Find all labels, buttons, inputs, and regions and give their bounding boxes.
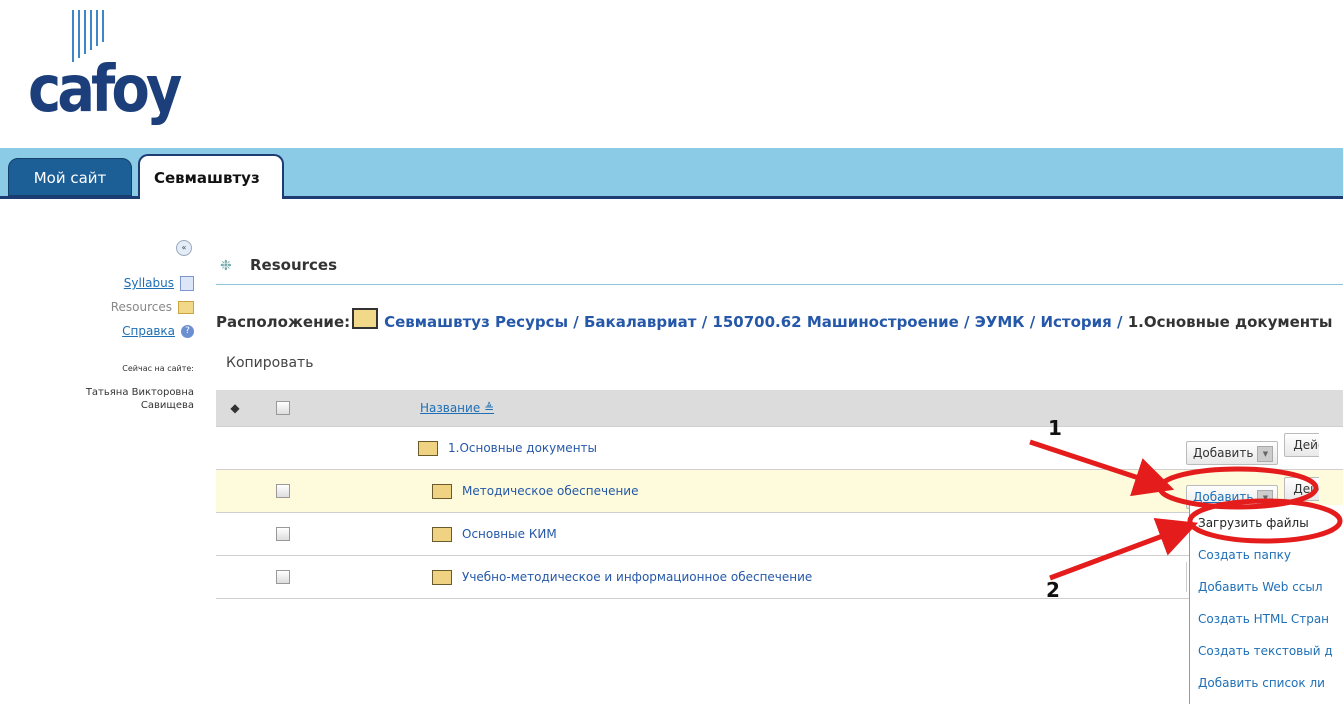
actions-button[interactable]: Действия bbox=[1284, 477, 1320, 501]
row-checkbox[interactable] bbox=[276, 570, 290, 585]
row-checkbox[interactable] bbox=[276, 484, 290, 499]
sidebar-item-help[interactable]: Справка? bbox=[122, 322, 194, 340]
sidebar-item-syllabus[interactable]: Syllabus bbox=[124, 274, 194, 292]
chevron-down-icon[interactable]: ▼ bbox=[1257, 445, 1274, 462]
logo: cafoy bbox=[28, 10, 182, 124]
row-title[interactable]: Основные КИМ bbox=[432, 526, 557, 542]
online-user-line: Татьяна Викторовна bbox=[85, 387, 194, 398]
menu-item-create-text-doc[interactable]: Создать текстовый д bbox=[1198, 644, 1333, 658]
table-row: Учебно-методическое и информационное обе… bbox=[216, 555, 1343, 599]
row-title[interactable]: 1.Основные документы bbox=[418, 440, 597, 456]
select-all-checkbox[interactable] bbox=[276, 401, 290, 416]
folder-icon bbox=[352, 308, 379, 329]
menu-item-add-citation-list[interactable]: Добавить список ли bbox=[1198, 676, 1325, 690]
page-title: Resources bbox=[250, 256, 338, 274]
online-user-line: Савищева bbox=[140, 400, 194, 411]
resources-icon: ❉ bbox=[220, 258, 232, 274]
add-dropdown-menu: Загрузить файлы Создать папку Добавить W… bbox=[1189, 505, 1343, 704]
table-header: ◆ Название ≜ bbox=[216, 390, 1343, 427]
table-row: Основные КИМ bbox=[216, 512, 1343, 556]
breadcrumb-current: 1.Основные документы bbox=[1127, 313, 1333, 331]
row-title[interactable]: Учебно-методическое и информационное обе… bbox=[432, 569, 812, 585]
breadcrumb-prefix: Расположение: bbox=[216, 313, 351, 331]
tab-bar: Мой сайт Севмашвтуз bbox=[0, 148, 1343, 199]
sidebar-item-resources[interactable]: Resources bbox=[111, 298, 194, 316]
column-name-header[interactable]: Название ≜ bbox=[420, 401, 494, 415]
menu-item-create-folder[interactable]: Создать папку bbox=[1198, 548, 1291, 562]
folder-icon bbox=[432, 483, 452, 499]
annotation-number-1: 1 bbox=[1048, 416, 1062, 440]
folder-icon bbox=[432, 569, 452, 585]
tab-my-site[interactable]: Мой сайт bbox=[8, 158, 132, 196]
table-row: Методическое обеспечение bbox=[216, 469, 1343, 513]
resources-table: ◆ Название ≜ 1.Основные документы Методи… bbox=[216, 390, 1343, 599]
help-icon: ? bbox=[181, 325, 194, 338]
breadcrumb: Расположение: Севмашвтуз Ресурсы / Бакала… bbox=[216, 308, 1332, 331]
folder-icon bbox=[432, 526, 452, 542]
online-label: Сейчас на сайте: bbox=[122, 364, 194, 373]
online-user: Татьяна Викторовна Савищева bbox=[86, 386, 194, 412]
actions-button[interactable]: Действия bbox=[1284, 433, 1320, 457]
breadcrumb-path[interactable]: Севмашвтуз Ресурсы / Бакалавриат / 15070… bbox=[384, 313, 1122, 331]
collapse-sidebar-icon[interactable]: « bbox=[176, 240, 192, 256]
menu-item-add-web-link[interactable]: Добавить Web ссыл bbox=[1198, 580, 1323, 594]
row-title[interactable]: Методическое обеспечение bbox=[432, 483, 638, 499]
folder-icon bbox=[418, 440, 438, 456]
chevron-down-icon[interactable]: ▼ bbox=[1257, 489, 1274, 506]
annotation-number-2: 2 bbox=[1046, 578, 1060, 602]
folder-icon bbox=[178, 301, 194, 314]
sort-icon[interactable]: ◆ bbox=[216, 390, 254, 427]
sidebar-item-label[interactable]: Syllabus bbox=[124, 276, 174, 290]
sidebar-item-label[interactable]: Справка bbox=[122, 324, 175, 338]
sidebar-item-label[interactable]: Resources bbox=[111, 300, 172, 314]
logo-text: cafoy bbox=[28, 52, 182, 128]
row-actions: Добавить▼Действия bbox=[1186, 433, 1320, 465]
copy-button[interactable]: Копировать bbox=[226, 355, 313, 371]
menu-item-create-html-page[interactable]: Создать HTML Стран bbox=[1198, 612, 1329, 626]
document-icon bbox=[180, 276, 194, 291]
tab-sevmashvtuz[interactable]: Севмашвтуз bbox=[138, 154, 284, 199]
add-dropdown-button[interactable]: Добавить ▼ bbox=[1186, 441, 1279, 465]
resources-header: ❉ Resources bbox=[216, 250, 1343, 285]
row-checkbox[interactable] bbox=[276, 527, 290, 542]
menu-item-upload-files[interactable]: Загрузить файлы bbox=[1198, 516, 1309, 530]
table-row: 1.Основные документы bbox=[216, 426, 1343, 470]
